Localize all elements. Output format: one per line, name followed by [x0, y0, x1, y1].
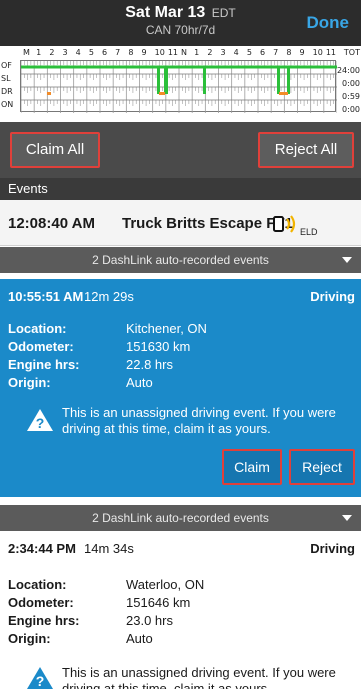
location-value: Kitchener, ON [126, 321, 207, 336]
graph-total-driving: 0:59 [342, 92, 360, 101]
sleeper-marker [279, 92, 288, 95]
engine-hours-value: 23.0 hrs [126, 613, 173, 628]
location-value: Waterloo, ON [126, 577, 205, 592]
chevron-down-icon [342, 515, 352, 521]
odometer-value: 151630 km [126, 339, 191, 354]
origin-label: Origin: [8, 631, 51, 646]
hour-tick-label: 5 [88, 48, 94, 57]
hour-tick-label: 2 [49, 48, 55, 57]
location-label: Location: [8, 321, 67, 336]
engine-hours-label: Engine hrs: [8, 357, 80, 372]
dashlink-group-toggle[interactable]: 2 DashLink auto-recorded events [0, 505, 361, 531]
done-button[interactable]: Done [307, 13, 350, 33]
chevron-down-icon [342, 257, 352, 263]
graph-row-label-driving: DR [1, 87, 13, 96]
log-graph: M 1 2 3 4 5 6 7 8 9 10 11 N 1 2 3 4 5 6 7 8 9 10 11 TOT OF SL D… [0, 46, 361, 122]
hour-tick-label: 4 [75, 48, 81, 57]
graph-total-header: TOT [343, 48, 360, 57]
eld-badge: ELD [300, 227, 318, 237]
hour-tick-label: 5 [246, 48, 252, 57]
hour-tick-label: 9 [141, 48, 147, 57]
claim-reject-all-bar: Claim All Reject All [0, 122, 361, 178]
svg-text:?: ? [36, 415, 45, 431]
hour-tick-label: 11 [325, 48, 337, 57]
unassigned-warning: This is an unassigned driving event. If … [62, 405, 336, 436]
origin-value: Auto [126, 631, 153, 646]
event-status: Driving [310, 289, 355, 304]
driving-segment [277, 67, 280, 94]
hour-tick-label: 11 [167, 48, 179, 57]
dashlink-group-label: 2 DashLink auto-recorded events [92, 511, 269, 525]
hour-tick-label: 10 [154, 48, 165, 57]
hour-tick-label: 8 [286, 48, 292, 57]
events-section-header: Events [0, 178, 361, 200]
odometer-label: Odometer: [8, 595, 74, 610]
event-status: Driving [310, 541, 355, 556]
hour-tick-label: 6 [102, 48, 108, 57]
driving-segment [287, 67, 290, 94]
driving-segment [157, 67, 160, 94]
unassigned-event-card-selected[interactable]: 10:55:51 AM 12m 29s Driving Location: Ki… [0, 279, 361, 497]
hour-tick-label: 6 [260, 48, 266, 57]
hour-tick-label: 7 [115, 48, 121, 57]
unassigned-event-card[interactable]: 2:34:44 PM 14m 34s Driving Location: Wat… [0, 531, 361, 689]
hour-tick-label: M [23, 48, 30, 57]
hour-tick-label: 3 [62, 48, 68, 57]
dashlink-group-label: 2 DashLink auto-recorded events [92, 253, 269, 267]
sleeper-marker [159, 92, 165, 95]
dashlink-group-toggle[interactable]: 2 DashLink auto-recorded events [0, 247, 361, 273]
hour-tick-label: 3 [220, 48, 226, 57]
log-graph-grid [20, 60, 338, 113]
hour-tick-label: 1 [36, 48, 42, 57]
claim-button[interactable]: Claim [222, 449, 282, 485]
hour-tick-label: 1 [194, 48, 200, 57]
event-time: 2:34:44 PM [8, 541, 76, 556]
graph-total-sleeper: 0:00 [342, 79, 360, 88]
graph-row-label-sleeper: SL [1, 74, 11, 83]
graph-total-off: 24:00 [336, 66, 360, 75]
odometer-label: Odometer: [8, 339, 74, 354]
reject-button[interactable]: Reject [289, 449, 355, 485]
graph-total-on-duty: 0:00 [342, 105, 360, 114]
warning-icon: ? [27, 667, 53, 689]
hour-tick-label: 9 [299, 48, 305, 57]
warning-icon: ? [27, 409, 53, 431]
driving-segment [164, 67, 168, 94]
sleeper-marker [47, 92, 51, 95]
hour-tick-label: 7 [273, 48, 279, 57]
event-duration: 12m 29s [84, 289, 134, 304]
event-time: 10:55:51 AM [8, 289, 84, 304]
hour-tick-label: N [181, 48, 187, 57]
eld-signal-icon [273, 215, 296, 233]
odometer-value: 151646 km [126, 595, 191, 610]
log-date: Sat Mar 13 [125, 4, 206, 21]
engine-hours-value: 22.8 hrs [126, 357, 173, 372]
engine-hours-label: Engine hrs: [8, 613, 80, 628]
hour-tick-label: 4 [233, 48, 239, 57]
graph-row-label-on-duty: ON [1, 100, 14, 109]
driving-segment [203, 67, 206, 94]
event-label: Truck Britts Escape FT1 [122, 215, 293, 232]
svg-text:?: ? [36, 673, 45, 689]
hour-tick-label: 10 [312, 48, 323, 57]
reject-all-button[interactable]: Reject All [258, 132, 354, 168]
hour-tick-label: 8 [128, 48, 134, 57]
log-graph-canvas [20, 61, 338, 113]
timezone-label: EDT [211, 6, 236, 20]
event-row[interactable]: 12:08:40 AM Truck Britts Escape FT1 ELD [0, 200, 361, 246]
unassigned-warning: This is an unassigned driving event. If … [62, 665, 336, 689]
origin-value: Auto [126, 375, 153, 390]
location-label: Location: [8, 577, 67, 592]
top-bar: Sat Mar 13 EDT CAN 70hr/7d Done [0, 0, 361, 46]
event-duration: 14m 34s [84, 541, 134, 556]
origin-label: Origin: [8, 375, 51, 390]
hour-tick-label: 2 [207, 48, 213, 57]
event-time: 12:08:40 AM [8, 215, 95, 232]
claim-all-button[interactable]: Claim All [10, 132, 100, 168]
graph-row-label-off: OF [1, 61, 12, 70]
